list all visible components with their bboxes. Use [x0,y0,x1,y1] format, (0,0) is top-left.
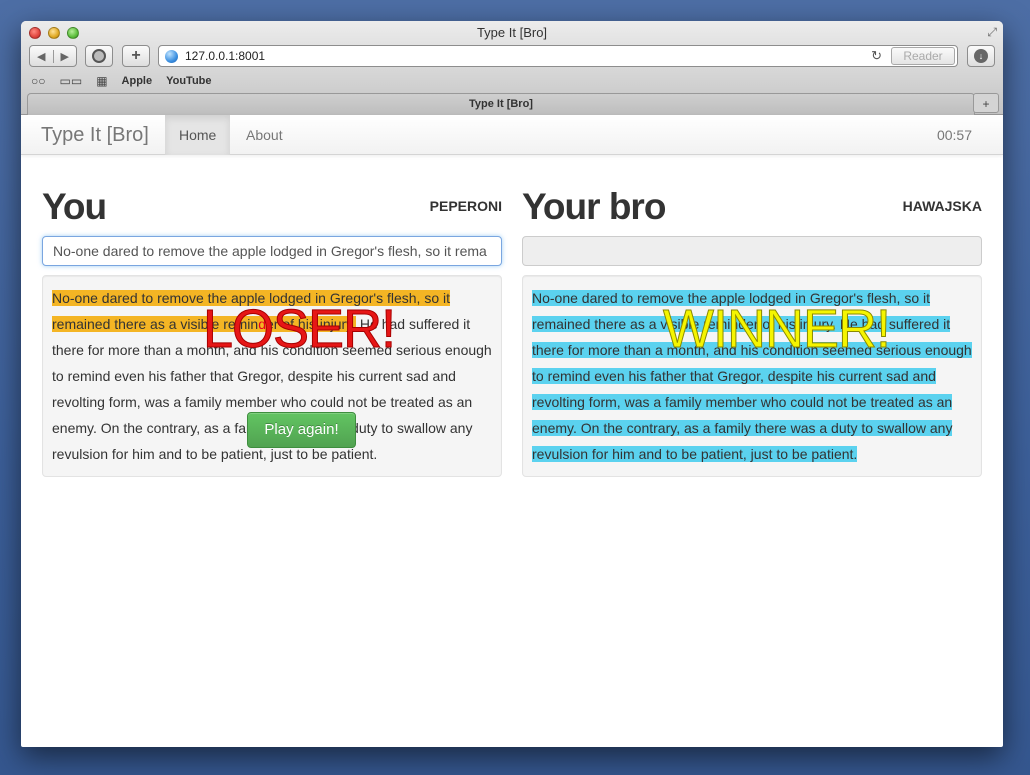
winner-label: WINNER! [663,299,892,359]
add-bookmark-icon[interactable]: + [122,45,150,67]
player-panel-bro: Your bro HAWAJSKA No-one dared to remove… [522,181,982,477]
text-well-you: No-one dared to remove the apple lodged … [42,275,502,477]
url-text[interactable]: 127.0.0.1:8001 [185,49,265,63]
bookmarks-book-icon[interactable]: ▭▭ [60,74,83,88]
back-forward-buttons: ◀ ▶ [29,45,77,67]
bookmarks-bar: ○○ ▭▭ ▦ Apple YouTube [31,73,212,89]
typing-input-value: No-one dared to remove the apple lodged … [53,243,487,259]
reading-list-icon[interactable]: ○○ [31,74,46,88]
window-title: Type It [Bro] [476,25,548,40]
share-button[interactable] [85,45,113,67]
back-icon[interactable]: ◀ [30,49,54,63]
bookmark-apple[interactable]: Apple [122,75,153,87]
browser-window: Type It [Bro] ⤢ ◀ ▶ + 127.0.0.1:8001 ↻ R… [21,21,1003,747]
site-brand[interactable]: Type It [Bro] [41,124,149,147]
loser-label: LOSER! [202,299,396,359]
nav-home[interactable]: Home [165,115,231,155]
text-well-bro: No-one dared to remove the apple lodged … [522,275,982,477]
bookmark-youtube[interactable]: YouTube [166,75,211,87]
new-tab-icon[interactable]: + [973,93,999,113]
reader-button[interactable]: Reader [891,47,955,65]
race-timer: 00:57 [936,127,972,143]
play-again-button[interactable]: Play again! [247,412,356,448]
site-navbar: Type It [Bro] Home About 00:57 [21,115,1003,155]
globe-icon [165,49,178,63]
player-panel-you: You PEPERONI No-one dared to remove the … [42,181,502,477]
download-icon: ↓ [974,49,988,63]
forward-icon[interactable]: ▶ [54,50,77,63]
download-button[interactable]: ↓ [967,45,995,67]
share-icon [92,49,106,63]
browser-tab[interactable]: Type It [Bro] [27,93,975,115]
fullscreen-icon[interactable]: ⤢ [987,25,997,40]
browser-toolbar: ◀ ▶ + 127.0.0.1:8001 ↻ Reader ↓ [21,45,1003,69]
typing-input-bro [522,236,982,266]
browser-chrome: Type It [Bro] ⤢ ◀ ▶ + 127.0.0.1:8001 ↻ R… [21,21,1003,115]
address-bar[interactable]: 127.0.0.1:8001 ↻ Reader [158,45,958,67]
nav-about[interactable]: About [232,115,297,155]
tab-bar: Type It [Bro] + [21,93,1003,115]
typing-input-you[interactable]: No-one dared to remove the apple lodged … [42,236,502,266]
player-pizza-bro: HAWAJSKA [902,198,982,214]
reload-icon[interactable]: ↻ [871,48,882,64]
top-sites-grid-icon[interactable]: ▦ [96,74,107,88]
player-pizza-you: PEPERONI [429,198,502,214]
